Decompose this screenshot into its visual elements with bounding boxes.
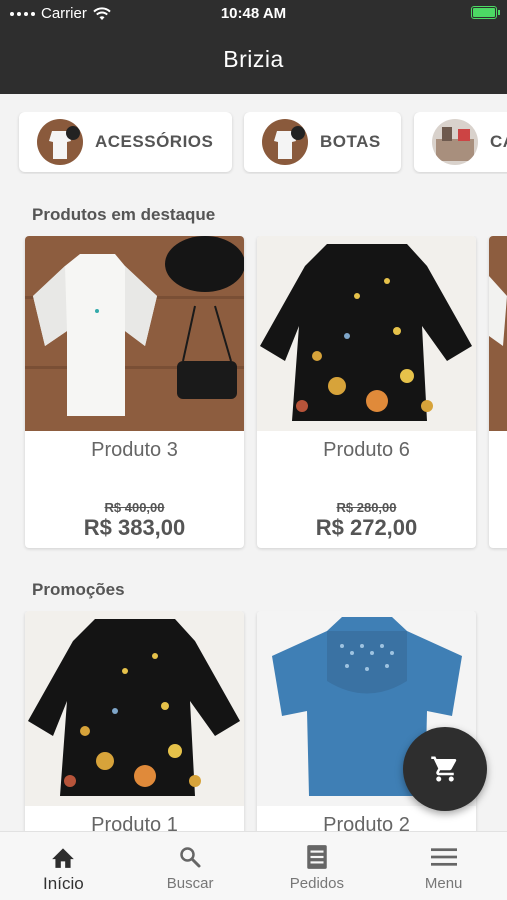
product-image — [257, 236, 476, 431]
promotions-section-title: Promoções — [32, 580, 125, 599]
tab-menu[interactable]: Menu — [380, 832, 507, 900]
product-card-partial[interactable] — [489, 236, 507, 548]
product-card[interactable]: Produto 3 R$ 400,00 R$ 383,00 — [25, 236, 244, 548]
receipt-icon — [303, 844, 331, 870]
page-title: Brizia — [223, 46, 284, 72]
menu-icon — [430, 844, 458, 870]
search-icon — [176, 844, 204, 870]
product-price: R$ 272,00 — [315, 515, 418, 540]
tab-buscar[interactable]: Buscar — [127, 832, 254, 900]
store-thumbnail-icon — [432, 119, 478, 165]
category-label: ACESSÓRIOS — [95, 132, 214, 151]
battery-icon — [471, 6, 500, 19]
home-icon — [49, 844, 77, 870]
product-old-price: R$ 400,00 — [104, 500, 165, 515]
tab-label: Buscar — [166, 875, 214, 892]
tab-label: Pedidos — [289, 875, 344, 892]
cart-button[interactable] — [403, 727, 487, 811]
product-card[interactable]: Produto 6 R$ 280,00 R$ 272,00 — [257, 236, 476, 548]
product-name: Produto 3 — [91, 439, 178, 461]
bottom-tab-bar: Início Buscar Pedidos Menu — [0, 831, 507, 900]
cart-icon — [431, 756, 457, 782]
featured-products-row[interactable]: Produto 3 R$ 400,00 R$ 383,00 Produto 6 … — [0, 236, 507, 554]
dress-thumbnail-icon — [262, 119, 308, 165]
product-image — [25, 611, 244, 806]
product-name: Produto 1 — [91, 814, 178, 831]
category-label: BOTAS — [320, 132, 381, 151]
tab-inicio[interactable]: Início — [0, 832, 127, 900]
product-name: Produto 6 — [323, 439, 410, 461]
category-chip-acessorios[interactable]: ACESSÓRIOS — [19, 112, 232, 172]
tab-pedidos[interactable]: Pedidos — [254, 832, 381, 900]
featured-section-title: Produtos em destaque — [32, 205, 216, 224]
app-header: Carrier 10:48 AM Brizia — [0, 0, 507, 94]
product-card[interactable]: Produto 1 — [25, 611, 244, 831]
category-label: CA — [490, 132, 507, 151]
product-old-price: R$ 280,00 — [336, 500, 397, 515]
dress-thumbnail-icon — [37, 119, 83, 165]
tab-label: Início — [43, 874, 84, 893]
status-bar: Carrier 10:48 AM — [0, 0, 507, 28]
product-name: Produto 2 — [323, 814, 410, 831]
tab-label: Menu — [424, 875, 463, 892]
product-price: R$ 383,00 — [83, 515, 186, 540]
product-image — [25, 236, 244, 431]
product-image — [489, 236, 507, 431]
category-carousel[interactable]: ACESSÓRIOS BOTAS CA — [0, 112, 507, 174]
clock: 10:48 AM — [220, 5, 287, 22]
category-chip-ca[interactable]: CA — [414, 112, 507, 172]
category-chip-botas[interactable]: BOTAS — [244, 112, 401, 172]
